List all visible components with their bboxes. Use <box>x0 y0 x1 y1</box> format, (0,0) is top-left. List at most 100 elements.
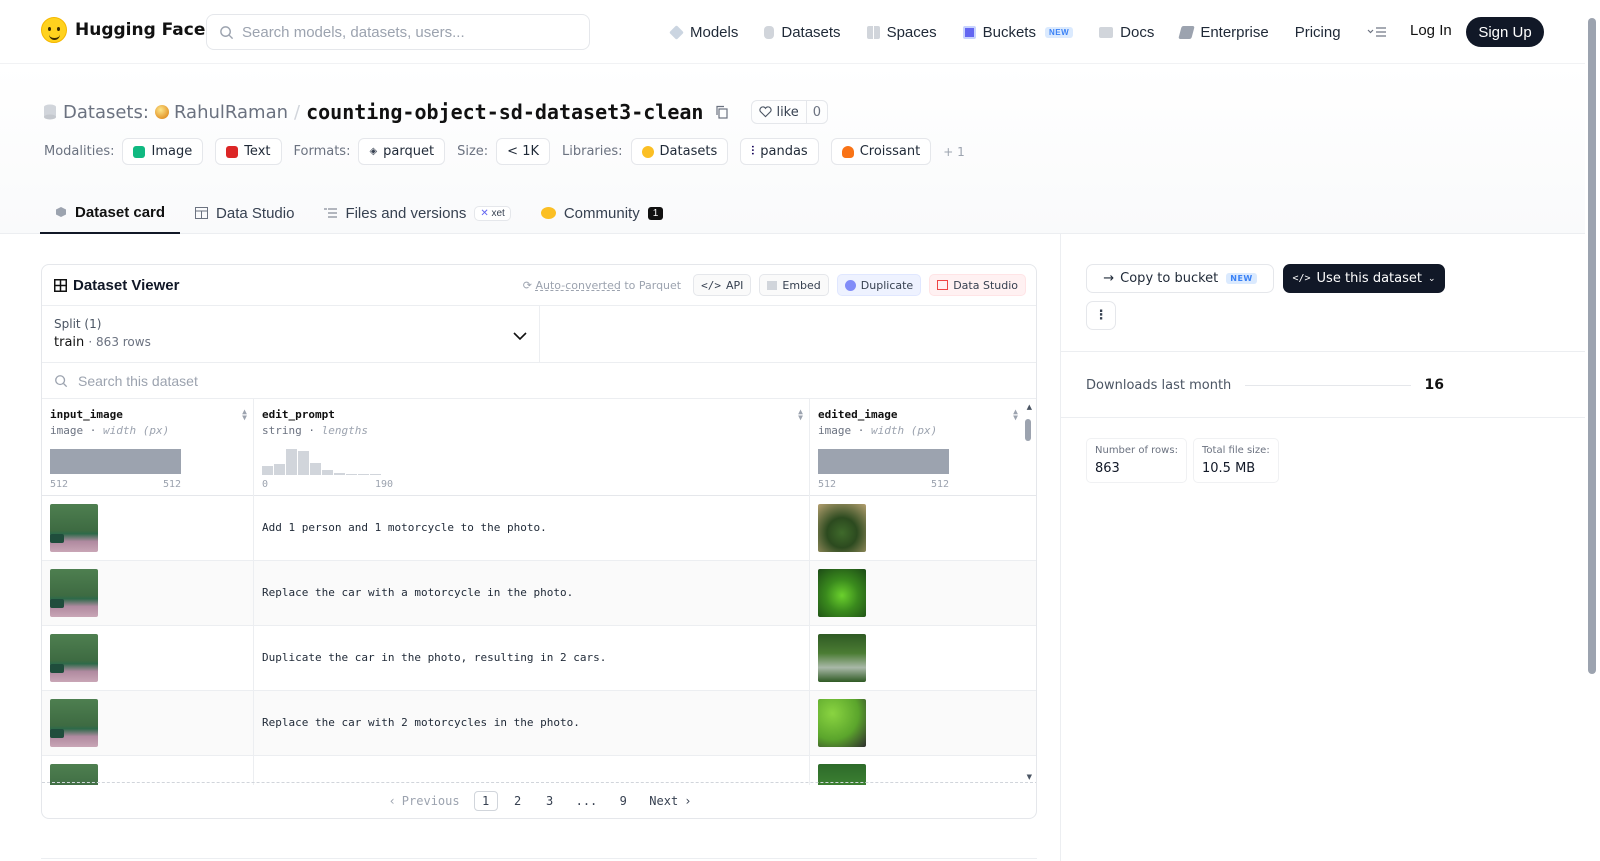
duplicate-button[interactable]: Duplicate <box>836 274 922 296</box>
prompt-cell[interactable]: Replace the car with 2 motorcycles in th… <box>262 716 580 729</box>
nav-models[interactable]: Models <box>669 24 738 41</box>
dataset-search-input[interactable] <box>78 372 578 389</box>
table-row[interactable]: Add 1 person and 1 motorcycle to the pho… <box>254 496 809 561</box>
previous-page-button[interactable]: ‹ Previous <box>383 791 466 811</box>
page-button[interactable]: 9 <box>611 791 635 811</box>
column-header[interactable]: input_image image · width (px) ▲ ▼ 512 512 <box>42 399 253 496</box>
signup-button[interactable]: Sign Up <box>1466 17 1544 47</box>
histogram-bar[interactable] <box>358 474 369 475</box>
table-row[interactable] <box>810 496 1036 561</box>
tag-datasets[interactable]: Datasets <box>630 138 729 165</box>
page-scrollbar[interactable] <box>1588 18 1596 674</box>
embed-button[interactable]: Embed <box>759 274 829 296</box>
tab-dataset-card[interactable]: Dataset card <box>40 192 181 234</box>
table-row[interactable] <box>42 691 253 756</box>
column-header[interactable]: edit_prompt string · lengths ▲ ▼ 0 190 <box>254 399 809 496</box>
global-search[interactable] <box>206 14 590 50</box>
histogram-bar[interactable] <box>298 451 309 475</box>
nav-more-menu[interactable] <box>1367 26 1387 38</box>
histogram-bar[interactable] <box>818 449 949 474</box>
brand-logo[interactable]: Hugging Face <box>41 17 205 43</box>
page-button[interactable]: 3 <box>538 791 562 811</box>
input-image-thumbnail[interactable] <box>50 504 98 552</box>
tab-community[interactable]: Community 1 <box>526 192 678 234</box>
tab-files-versions[interactable]: Files and versions ✕ xet <box>309 192 525 234</box>
login-link[interactable]: Log In <box>1410 22 1452 39</box>
table-row[interactable] <box>254 756 809 785</box>
input-image-thumbnail[interactable] <box>50 569 98 617</box>
prompt-cell[interactable]: Replace the car with a motorcycle in the… <box>262 586 573 599</box>
tags-more[interactable]: + 1 <box>943 145 965 159</box>
nav-buckets[interactable]: Buckets NEW <box>962 24 1074 41</box>
repo-owner[interactable]: RahulRaman <box>154 102 288 123</box>
table-row[interactable] <box>810 561 1036 626</box>
nav-datasets[interactable]: Datasets <box>764 24 841 41</box>
tag-size[interactable]: < 1K <box>496 138 550 165</box>
copy-to-bucket-button[interactable]: → Copy to bucket NEW <box>1086 264 1274 293</box>
page-button[interactable]: 1 <box>473 790 498 811</box>
tag-image[interactable]: Image <box>122 138 204 165</box>
table-row[interactable] <box>42 756 253 785</box>
table-row[interactable]: Duplicate the car in the photo, resultin… <box>254 626 809 691</box>
split-selector[interactable]: Split (1) train · 863 rows <box>42 306 540 362</box>
tag-text[interactable]: Text <box>215 138 282 165</box>
repo-section-label[interactable]: Datasets: <box>63 102 149 123</box>
table-row[interactable]: Replace the car with a motorcycle in the… <box>254 561 809 626</box>
page-button[interactable]: 2 <box>506 791 530 811</box>
tag-parquet[interactable]: ◈ parquet <box>358 138 446 165</box>
histogram-bar[interactable] <box>286 449 297 475</box>
table-row[interactable] <box>810 756 1036 785</box>
more-options-button[interactable]: ⋮ <box>1086 301 1116 330</box>
scroll-down-icon[interactable]: ▼ <box>1027 773 1032 781</box>
scrollbar-thumb[interactable] <box>1025 419 1031 441</box>
length-histogram[interactable] <box>262 447 381 475</box>
histogram-bar[interactable] <box>310 463 321 475</box>
nav-enterprise[interactable]: Enterprise <box>1178 24 1269 41</box>
nav-spaces[interactable]: Spaces <box>866 24 937 41</box>
table-row[interactable] <box>810 691 1036 756</box>
sort-icon[interactable]: ▲ ▼ <box>798 408 803 422</box>
edited-image-thumbnail[interactable] <box>818 699 866 747</box>
auto-converted-link[interactable]: Auto-converted <box>536 279 621 292</box>
global-search-input[interactable] <box>242 23 572 41</box>
table-scrollbar[interactable]: ▲ ▼ <box>1024 403 1032 781</box>
like-button[interactable]: like 0 <box>751 100 829 124</box>
histogram-bar[interactable] <box>322 470 333 475</box>
input-image-thumbnail[interactable] <box>50 699 98 747</box>
table-row[interactable] <box>42 496 253 561</box>
histogram-bar[interactable] <box>262 466 273 475</box>
next-page-button[interactable]: Next › <box>643 791 697 811</box>
auto-converted-note[interactable]: ⟳ Auto-converted to Parquet <box>523 279 681 292</box>
sort-icon[interactable]: ▲ ▼ <box>1013 408 1018 422</box>
column-header[interactable]: edited_image image · width (px) ▲ ▼ 512 51… <box>810 399 1036 496</box>
table-row[interactable] <box>42 561 253 626</box>
edited-image-thumbnail[interactable] <box>818 634 866 682</box>
api-button[interactable]: </> API <box>693 274 752 296</box>
table-row[interactable] <box>42 626 253 691</box>
tag-pandas[interactable]: ⫶ pandas <box>740 138 819 165</box>
edited-image-thumbnail[interactable] <box>818 569 866 617</box>
nav-pricing[interactable]: Pricing <box>1295 24 1341 41</box>
table-row[interactable] <box>810 626 1036 691</box>
copy-icon[interactable] <box>715 105 729 119</box>
prompt-cell[interactable]: Duplicate the car in the photo, resultin… <box>262 651 606 664</box>
use-this-dataset-button[interactable]: </> Use this dataset ⌄ <box>1283 264 1445 293</box>
histogram-bar[interactable] <box>370 474 381 475</box>
dataset-search[interactable] <box>42 363 1036 399</box>
tab-data-studio[interactable]: Data Studio <box>180 192 309 234</box>
scroll-up-icon[interactable]: ▲ <box>1027 403 1032 411</box>
tag-croissant[interactable]: Croissant <box>830 138 932 165</box>
repo-name[interactable]: counting-object-sd-dataset3-clean <box>306 100 703 124</box>
sort-icon[interactable]: ▲ ▼ <box>242 408 247 422</box>
edited-image-thumbnail[interactable] <box>818 504 866 552</box>
code-icon: </> <box>1292 273 1311 284</box>
prompt-cell[interactable]: Add 1 person and 1 motorcycle to the pho… <box>262 521 547 534</box>
table-row[interactable]: Replace the car with 2 motorcycles in th… <box>254 691 809 756</box>
histogram-bar[interactable] <box>334 473 345 475</box>
histogram-bar[interactable] <box>50 449 181 474</box>
nav-docs[interactable]: Docs <box>1099 24 1154 41</box>
histogram-bar[interactable] <box>346 474 357 475</box>
histogram-bar[interactable] <box>274 464 285 475</box>
data-studio-button[interactable]: Data Studio <box>929 274 1026 296</box>
input-image-thumbnail[interactable] <box>50 634 98 682</box>
